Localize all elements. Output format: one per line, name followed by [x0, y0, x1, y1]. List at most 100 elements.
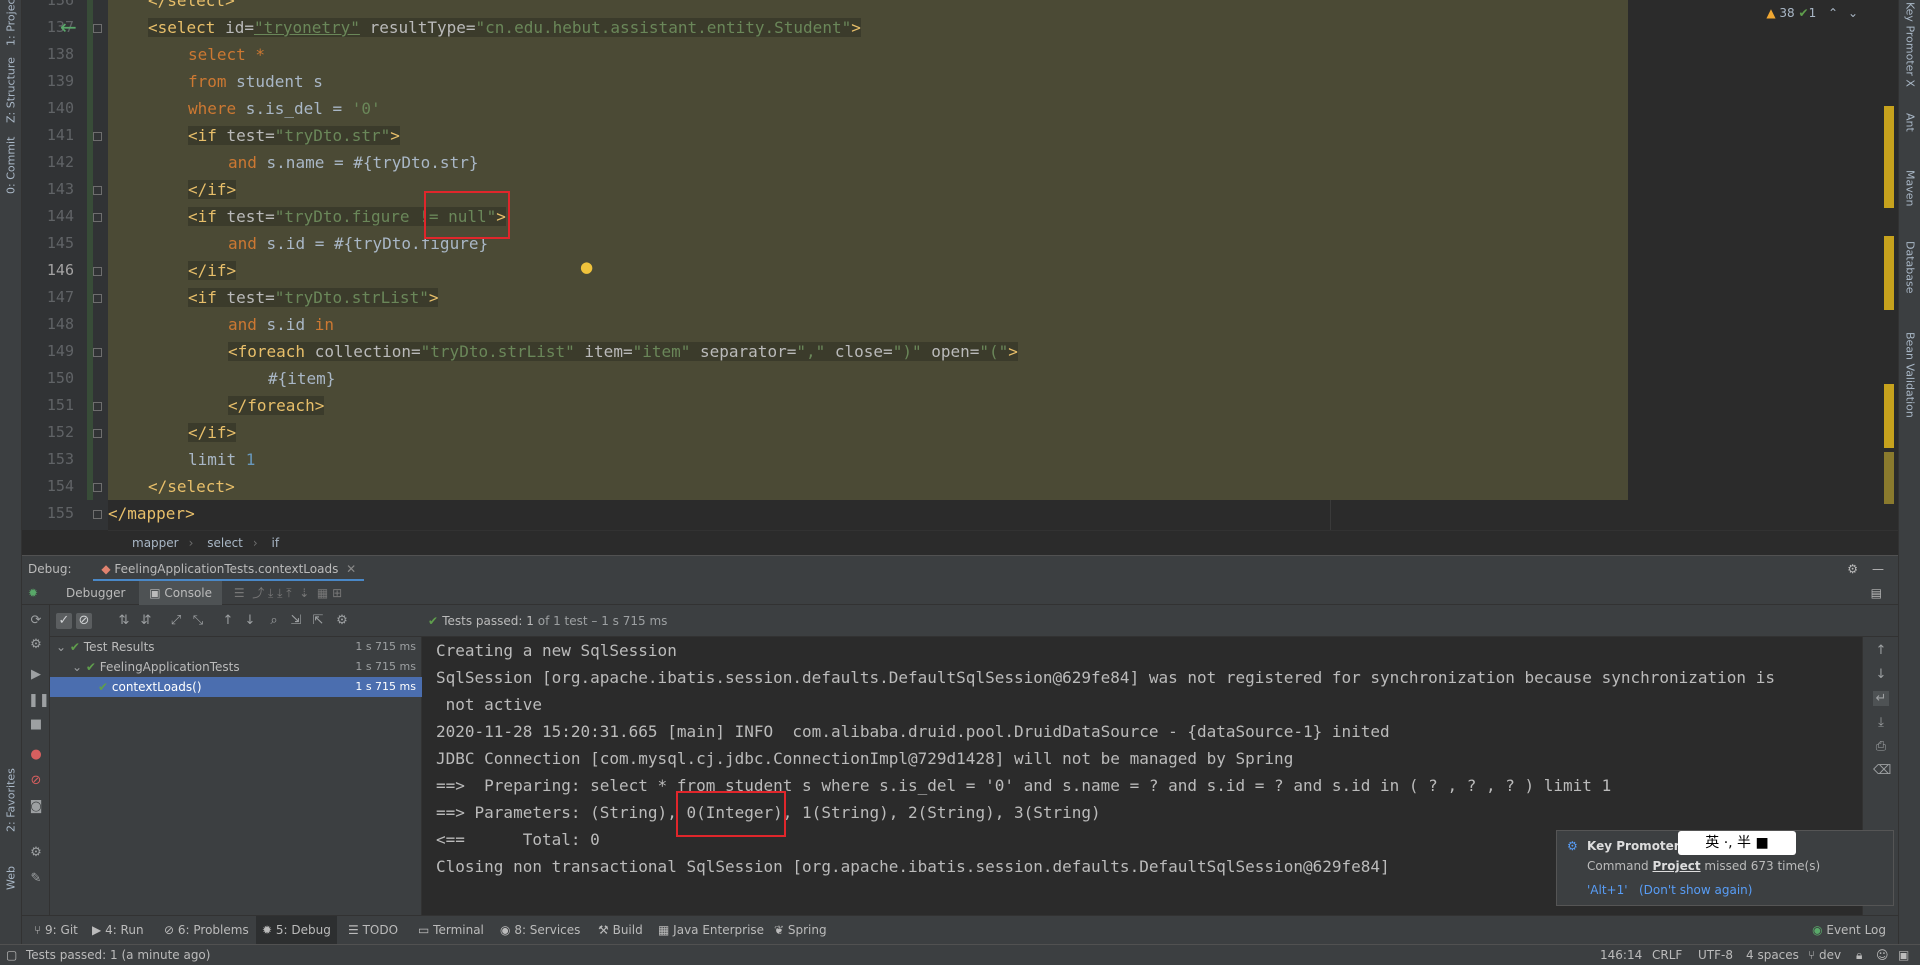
left-arrow-icon[interactable]: ←: [60, 14, 77, 41]
tab-maven[interactable]: Maven: [1900, 160, 1920, 216]
mute-breakpoints-icon[interactable]: ⊘: [28, 773, 44, 788]
tool-git[interactable]: ⑂ 9: Git: [28, 916, 84, 945]
breakpoints-icon[interactable]: ●: [28, 747, 44, 762]
fold-icon[interactable]: [93, 213, 102, 222]
shortcut-link[interactable]: 'Alt+1': [1587, 883, 1628, 897]
camera-icon[interactable]: ◙: [28, 799, 44, 814]
tool-debug[interactable]: ✹ 5: Debug: [256, 916, 337, 945]
vcs-change-marker[interactable]: [87, 0, 93, 500]
fold-icon[interactable]: [93, 402, 102, 411]
toolbar-icons[interactable]: ☰ ⤴ ⤓ ⤓ ⤒ ⇣ ▦ ⊞: [234, 586, 342, 600]
dont-show-again-link[interactable]: (Don't show again): [1639, 883, 1752, 897]
tool-terminal[interactable]: ▭ Terminal: [412, 916, 490, 945]
print-icon[interactable]: ⎙: [1873, 739, 1889, 754]
chevron-down-icon[interactable]: ⌄: [1848, 6, 1858, 20]
fold-icon[interactable]: [93, 267, 102, 276]
lock-icon[interactable]: 🔒︎: [1856, 945, 1862, 965]
tool-spring[interactable]: ❦ Spring: [768, 916, 833, 945]
test-tree-row[interactable]: ⌄ ✔ Test Results 1 s 715 ms: [50, 637, 422, 657]
search-icon[interactable]: ⌕: [266, 613, 282, 629]
tab-bean-validation[interactable]: Bean Validation: [1900, 320, 1920, 430]
tool-build[interactable]: ⚒ Build: [592, 916, 649, 945]
tool-java-enterprise[interactable]: ▦ Java Enterprise: [652, 916, 770, 945]
chevron-down-icon[interactable]: ⌄: [56, 640, 66, 654]
tool-event-log[interactable]: ◉ Event Log: [1806, 916, 1892, 945]
breadcrumb-item[interactable]: if: [272, 536, 280, 550]
test-results-tree[interactable]: ⌄ ✔ Test Results 1 s 715 ms ⌄ ✔ FeelingA…: [50, 637, 422, 915]
arrow-down-icon[interactable]: ↓: [1873, 667, 1889, 682]
scroll-to-end-icon[interactable]: ⤓: [1873, 715, 1889, 730]
status-message[interactable]: Tests passed: 1 (a minute ago): [26, 945, 210, 965]
prev-failed-icon[interactable]: ↑: [220, 613, 236, 629]
trash-icon[interactable]: ⌫: [1873, 763, 1891, 778]
status-icon[interactable]: ▢: [6, 945, 17, 965]
tab-ant[interactable]: Ant: [1900, 102, 1920, 142]
arrow-up-icon[interactable]: ↑: [1873, 643, 1889, 658]
tab-structure[interactable]: Z: Structure: [1, 55, 21, 125]
import-icon[interactable]: ⇲: [288, 613, 304, 629]
bug-icon[interactable]: ✹: [28, 581, 38, 605]
tab-database[interactable]: Database: [1900, 232, 1920, 302]
breadcrumb-item[interactable]: mapper: [132, 536, 179, 550]
settings-icon[interactable]: ⚙: [28, 637, 44, 652]
fold-icon[interactable]: [93, 24, 102, 33]
pause-icon[interactable]: ❚❚: [28, 693, 50, 708]
code-editor[interactable]: 136 137 138 139 140 141 142 143 144 145 …: [22, 0, 1898, 555]
tool-run[interactable]: ▶ 4: Run: [86, 916, 150, 945]
expand-all-icon[interactable]: ⤢: [168, 613, 184, 629]
fold-icon[interactable]: [93, 294, 102, 303]
tab-commit[interactable]: 0: Commit: [1, 135, 21, 195]
tool-problems[interactable]: ⊘ 6: Problems: [158, 916, 255, 945]
file-encoding[interactable]: UTF-8: [1698, 945, 1733, 965]
next-failed-icon[interactable]: ↓: [242, 613, 258, 629]
indent-setting[interactable]: 4 spaces: [1746, 945, 1799, 965]
fold-icon[interactable]: [93, 132, 102, 141]
shirt-icon[interactable]: ■: [1756, 835, 1769, 851]
test-tree-row-selected[interactable]: ✔ contextLoads() 1 s 715 ms: [50, 677, 422, 697]
close-icon[interactable]: ✕: [346, 562, 356, 576]
tab-project[interactable]: 1: Project: [1, 0, 21, 46]
inspection-widget[interactable]: ▲ 38 ✔1 ⌃ ⌄: [1766, 6, 1858, 20]
pin-icon[interactable]: ✎: [28, 871, 44, 886]
tab-key-promoter-x[interactable]: Key Promoter X: [1900, 2, 1920, 87]
resume-icon[interactable]: ▶: [28, 667, 44, 682]
test-tree-row[interactable]: ⌄ ✔ FeelingApplicationTests 1 s 715 ms: [50, 657, 422, 677]
breadcrumb-item[interactable]: select: [207, 536, 243, 550]
fold-icon[interactable]: [93, 186, 102, 195]
tool-todo[interactable]: ☰ TODO: [342, 916, 404, 945]
line-separator[interactable]: CRLF: [1652, 945, 1682, 965]
sort-alpha-icon[interactable]: ⇅: [116, 613, 132, 629]
layout-icon[interactable]: ▤: [1871, 581, 1882, 605]
code-area[interactable]: </select> <select id="tryonetry" resultT…: [108, 0, 1898, 530]
gear-icon[interactable]: ⚙: [28, 845, 44, 860]
tab-debugger[interactable]: Debugger: [56, 581, 135, 605]
ime-toolbar[interactable]: 英 ·, 半 ■: [1678, 831, 1796, 855]
rerun-icon[interactable]: ⟳: [28, 613, 44, 628]
chevron-up-icon[interactable]: ⌃: [1828, 6, 1838, 20]
fold-icon[interactable]: [93, 429, 102, 438]
inspector-icon[interactable]: ☺: [1876, 945, 1889, 965]
stop-icon[interactable]: ■: [28, 717, 44, 732]
minimize-icon[interactable]: —: [1872, 556, 1884, 582]
export-icon[interactable]: ⇱: [310, 613, 326, 629]
tab-console[interactable]: ▣ Console: [139, 581, 223, 605]
gear-icon[interactable]: ⚙: [1847, 556, 1858, 582]
sort-duration-icon[interactable]: ⇵: [138, 613, 154, 629]
show-passed-icon[interactable]: ✓: [56, 613, 72, 629]
chevron-down-icon[interactable]: ⌄: [72, 660, 82, 674]
cursor-position[interactable]: 146:14: [1600, 945, 1642, 965]
soft-wrap-icon[interactable]: ↵: [1873, 691, 1889, 706]
tool-services[interactable]: ◉ 8: Services: [494, 916, 586, 945]
debug-session-tab[interactable]: ◆ FeelingApplicationTests.contextLoads ✕: [93, 556, 365, 582]
fold-icon[interactable]: [93, 483, 102, 492]
branch-widget[interactable]: ⑂ dev: [1808, 945, 1841, 965]
tab-web[interactable]: Web: [1, 858, 21, 898]
tab-favorites[interactable]: 2: Favorites: [1, 760, 21, 840]
memory-icon[interactable]: ▣: [1898, 945, 1909, 965]
gear-icon[interactable]: ⚙: [334, 613, 350, 629]
show-ignored-icon[interactable]: ⊘: [76, 613, 92, 629]
fold-icon[interactable]: [93, 348, 102, 357]
fold-icon[interactable]: [93, 510, 102, 519]
lightbulb-icon[interactable]: ●: [580, 258, 593, 276]
collapse-all-icon[interactable]: ⤡: [190, 613, 206, 629]
